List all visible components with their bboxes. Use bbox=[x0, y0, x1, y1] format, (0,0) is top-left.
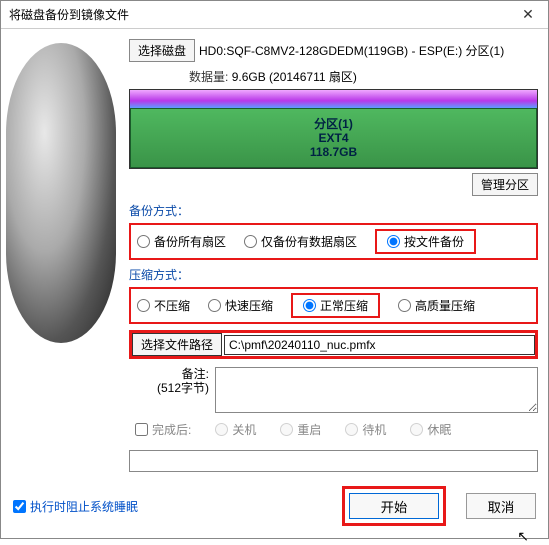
disk-art bbox=[6, 43, 116, 343]
cancel-button[interactable]: 取消 bbox=[466, 493, 536, 519]
manage-partition-button[interactable]: 管理分区 bbox=[472, 173, 538, 196]
prevent-sleep-checkbox[interactable]: 执行时阻止系统睡眠 bbox=[13, 498, 138, 515]
backup-opt-all[interactable]: 备份所有扇区 bbox=[137, 233, 226, 250]
filepath-input[interactable] bbox=[224, 335, 535, 355]
select-path-button[interactable]: 选择文件路径 bbox=[132, 333, 222, 356]
select-disk-button[interactable]: 选择磁盘 bbox=[129, 39, 195, 62]
remark-input[interactable] bbox=[215, 367, 538, 413]
compress-mode-group: 不压缩 快速压缩 正常压缩 高质量压缩 bbox=[129, 287, 538, 324]
footer: 执行时阻止系统睡眠 开始↖ 取消 bbox=[1, 478, 548, 538]
cursor-icon: ↖ bbox=[517, 528, 529, 545]
partition-bar[interactable]: 分区(1) EXT4 118.7GB bbox=[129, 89, 538, 169]
after-opt-hibernate[interactable]: 休眠 bbox=[410, 421, 451, 438]
data-amount-label: 数据量: bbox=[189, 70, 228, 84]
partition-name: 分区(1) bbox=[314, 117, 353, 131]
sidebar bbox=[1, 39, 121, 478]
after-checkbox[interactable]: 完成后: bbox=[135, 421, 191, 438]
filepath-row: 选择文件路径 bbox=[129, 330, 538, 359]
compress-opt-none[interactable]: 不压缩 bbox=[137, 297, 190, 314]
backup-dialog: 将磁盘备份到镜像文件 ✕ 选择磁盘 HD0:SQF-C8MV2-128GDEDM… bbox=[0, 0, 549, 539]
after-opt-restart[interactable]: 重启 bbox=[280, 421, 321, 438]
partition-fs: EXT4 bbox=[318, 131, 348, 145]
disk-label: HD0:SQF-C8MV2-128GDEDM(119GB) - ESP(E:) … bbox=[199, 42, 504, 59]
backup-mode-label: 备份方式： bbox=[129, 202, 538, 219]
partition-size: 118.7GB bbox=[310, 145, 357, 159]
close-icon[interactable]: ✕ bbox=[516, 3, 540, 27]
backup-mode-group: 备份所有扇区 仅备份有数据扇区 按文件备份 bbox=[129, 223, 538, 260]
compress-opt-high[interactable]: 高质量压缩 bbox=[398, 297, 475, 314]
after-opt-shutdown[interactable]: 关机 bbox=[215, 421, 256, 438]
after-action-group: 完成后: 关机 重启 待机 休眠 bbox=[129, 421, 538, 438]
titlebar: 将磁盘备份到镜像文件 ✕ bbox=[1, 1, 548, 29]
backup-opt-data[interactable]: 仅备份有数据扇区 bbox=[244, 233, 357, 250]
start-button[interactable]: 开始 bbox=[349, 493, 439, 519]
remark-label: 备注: (512字节) bbox=[129, 367, 209, 395]
progress-bar bbox=[129, 450, 538, 472]
compress-opt-normal[interactable]: 正常压缩 bbox=[303, 297, 368, 314]
compress-mode-label: 压缩方式： bbox=[129, 266, 538, 283]
window-title: 将磁盘备份到镜像文件 bbox=[9, 6, 516, 23]
after-opt-standby[interactable]: 待机 bbox=[345, 421, 386, 438]
data-amount-value: 9.6GB (20146711 扇区) bbox=[232, 70, 357, 84]
backup-opt-file[interactable]: 按文件备份 bbox=[387, 233, 464, 250]
compress-opt-fast[interactable]: 快速压缩 bbox=[208, 297, 273, 314]
